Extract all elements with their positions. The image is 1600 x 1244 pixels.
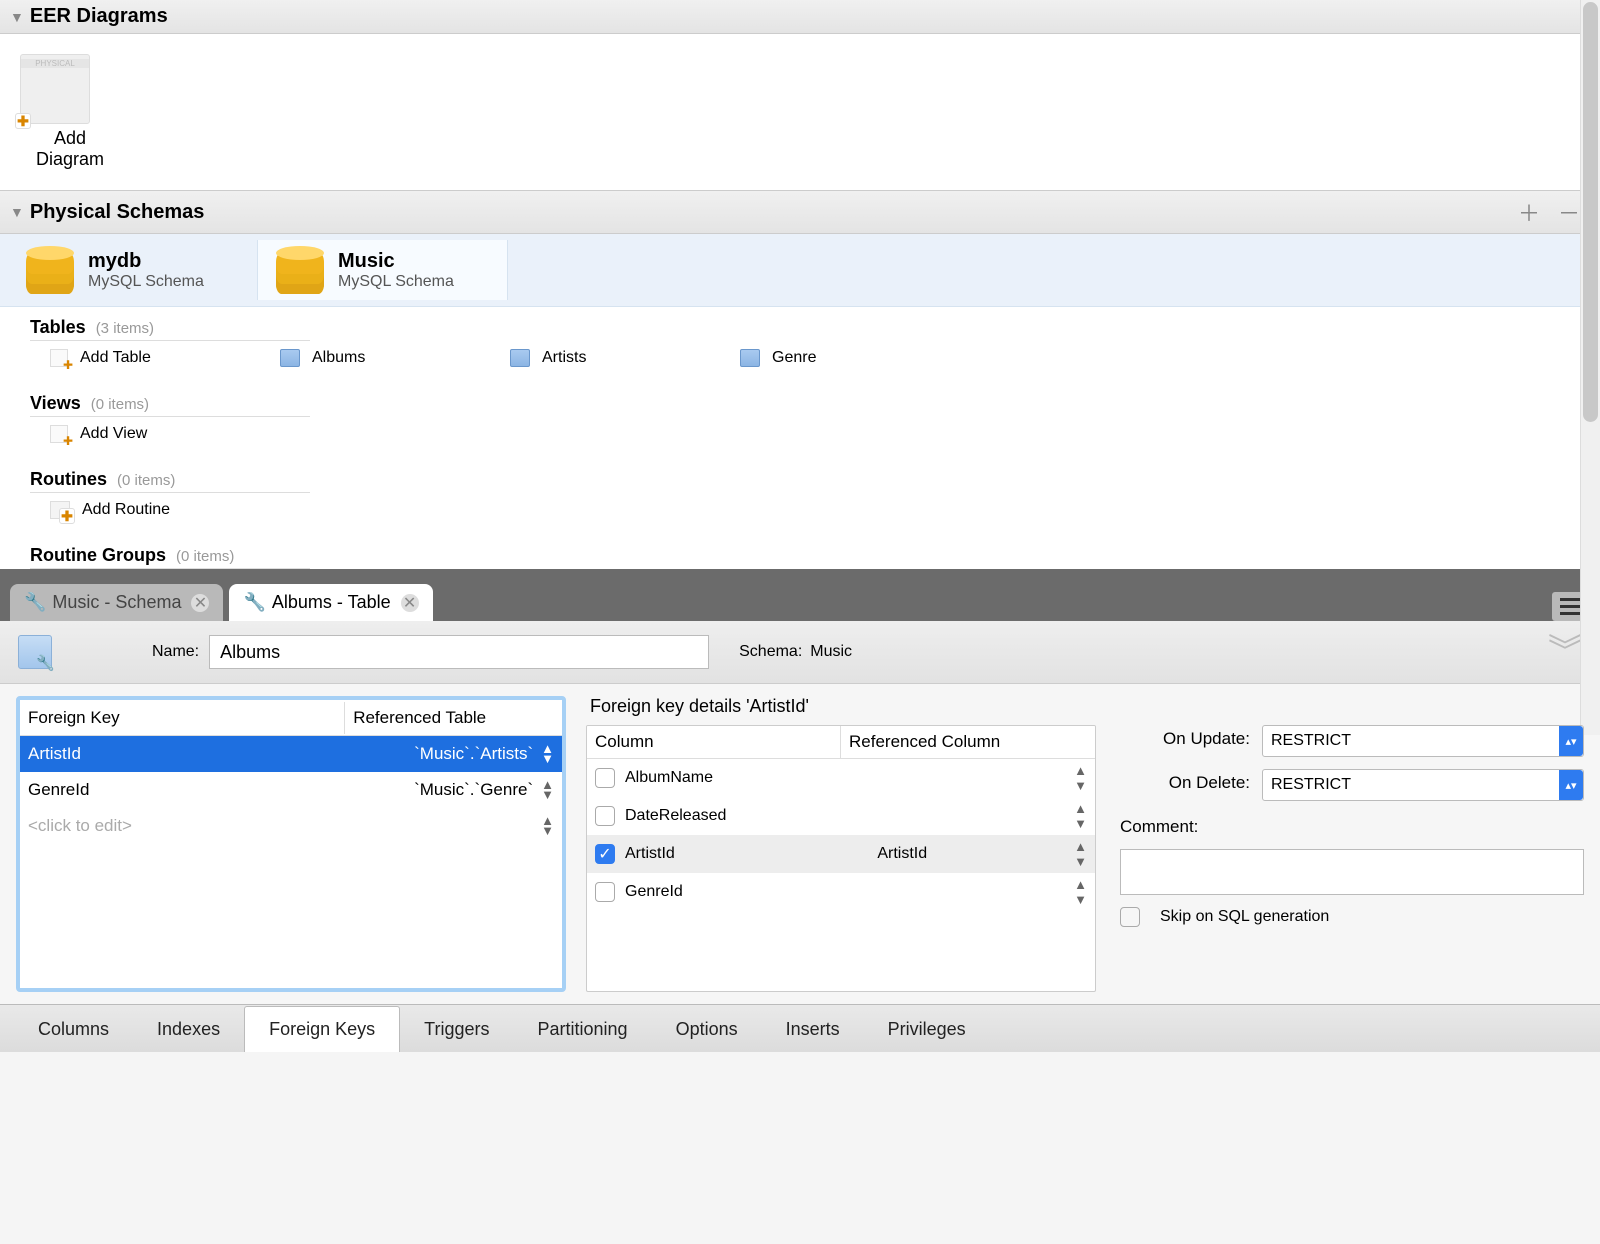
checkbox[interactable]: [595, 768, 615, 788]
views-title: Views: [30, 393, 81, 413]
name-label: Name:: [152, 643, 199, 661]
table-icon: [510, 349, 530, 367]
disclosure-triangle-icon[interactable]: ▼: [10, 9, 24, 25]
sort-icon[interactable]: ▲▼: [541, 816, 554, 837]
schemas-header[interactable]: ▼ Physical Schemas ＋ －: [0, 191, 1600, 234]
routines-title: Routines: [30, 469, 107, 489]
vertical-scrollbar[interactable]: [1580, 0, 1600, 735]
schemas-row: mydb MySQL Schema Music MySQL Schema: [0, 234, 1600, 307]
table-genre[interactable]: Genre: [740, 349, 920, 367]
fk-column-row[interactable]: ✓ArtistIdArtistId▲▼: [587, 835, 1095, 873]
table-icon: [280, 349, 300, 367]
bottom-tab-indexes[interactable]: Indexes: [133, 1007, 244, 1052]
eer-body: ✚ Add Diagram: [0, 34, 1600, 191]
sort-icon[interactable]: ▲▼: [1074, 839, 1087, 869]
add-diagram-label: Add Diagram: [20, 128, 120, 170]
sort-icon[interactable]: ▲▼: [1074, 877, 1087, 907]
sort-icon[interactable]: ▲▼: [541, 780, 554, 801]
eer-title: EER Diagrams: [30, 5, 168, 28]
bottom-tab-triggers[interactable]: Triggers: [400, 1007, 513, 1052]
skip-sql-label: Skip on SQL generation: [1160, 908, 1329, 926]
schema-music[interactable]: Music MySQL Schema: [258, 240, 508, 300]
routine-icon: ✚: [50, 501, 70, 519]
add-table-button[interactable]: Add Table: [50, 349, 230, 367]
bottom-tab-partitioning[interactable]: Partitioning: [514, 1007, 652, 1052]
remove-schema-icon[interactable]: －: [1558, 196, 1580, 228]
add-icon: [50, 425, 68, 443]
views-count: (0 items): [91, 396, 149, 413]
schema-label: Schema:: [739, 643, 802, 661]
database-icon: [276, 246, 324, 294]
skip-sql-checkbox[interactable]: [1120, 907, 1140, 927]
table-form-row: Name: Schema: Music ︾: [0, 621, 1600, 684]
table-artists[interactable]: Artists: [510, 349, 690, 367]
fk-header-ref[interactable]: Referenced Table: [345, 702, 562, 734]
table-tool-icon: [18, 635, 52, 669]
fk-details-title: Foreign key details 'ArtistId': [586, 696, 1584, 717]
eer-header[interactable]: ▼ EER Diagrams: [0, 0, 1600, 34]
close-icon[interactable]: ✕: [191, 594, 209, 612]
fk-column-row[interactable]: GenreId▲▼: [587, 873, 1095, 911]
fk-column-row[interactable]: AlbumName▲▼: [587, 759, 1095, 797]
database-icon: [26, 246, 74, 294]
editor-tabbar: 🔧 Music - Schema ✕ 🔧 Albums - Table ✕: [0, 569, 1600, 621]
sort-icon[interactable]: ▲▼: [1074, 763, 1087, 793]
on-delete-label: On Delete:: [1120, 769, 1250, 801]
schema-value: Music: [810, 643, 852, 661]
diagram-icon: ✚: [20, 54, 90, 124]
dropdown-icon: ▴▾: [1559, 770, 1583, 800]
dropdown-icon: ▴▾: [1559, 726, 1583, 756]
fk-row-artistid[interactable]: ArtistId `Music`.`Artists`▲▼: [20, 736, 562, 772]
tab-albums-table[interactable]: 🔧 Albums - Table ✕: [229, 584, 432, 621]
fk-row-new[interactable]: <click to edit> ▲▼: [20, 808, 562, 844]
comment-label: Comment:: [1120, 813, 1584, 837]
fk-column-row[interactable]: DateReleased▲▼: [587, 797, 1095, 835]
fk-columns-box: Column Referenced Column AlbumName▲▼Date…: [586, 725, 1096, 992]
tables-title: Tables: [30, 317, 86, 337]
add-diagram-button[interactable]: ✚ Add Diagram: [20, 54, 120, 170]
plus-icon: ✚: [59, 508, 75, 524]
close-icon[interactable]: ✕: [401, 594, 419, 612]
routine-groups-title: Routine Groups: [30, 545, 166, 565]
tables-count: (3 items): [96, 320, 154, 337]
add-schema-icon[interactable]: ＋: [1518, 196, 1540, 228]
add-view-button[interactable]: Add View: [50, 425, 230, 443]
on-update-label: On Update:: [1120, 725, 1250, 757]
disclosure-triangle-icon[interactable]: ▼: [10, 204, 24, 220]
fk-row-genreid[interactable]: GenreId `Music`.`Genre`▲▼: [20, 772, 562, 808]
bottom-tab-privileges[interactable]: Privileges: [864, 1007, 990, 1052]
routines-count: (0 items): [117, 472, 175, 489]
plus-icon: ✚: [15, 113, 31, 129]
collapse-chevron-icon[interactable]: ︾: [1548, 642, 1582, 662]
add-icon: [50, 349, 68, 367]
bottom-tab-inserts[interactable]: Inserts: [762, 1007, 864, 1052]
schemas-title: Physical Schemas: [30, 201, 205, 224]
routine-groups-count: (0 items): [176, 548, 234, 565]
table-icon: [740, 349, 760, 367]
bottom-tabs: ColumnsIndexesForeign KeysTriggersPartit…: [0, 1004, 1600, 1052]
wrench-icon: 🔧: [243, 592, 265, 613]
bottom-tab-options[interactable]: Options: [652, 1007, 762, 1052]
bottom-tab-foreign-keys[interactable]: Foreign Keys: [244, 1006, 400, 1052]
on-update-select[interactable]: RESTRICT▴▾: [1262, 725, 1584, 757]
fk-header-name[interactable]: Foreign Key: [20, 702, 345, 734]
bottom-tab-columns[interactable]: Columns: [14, 1007, 133, 1052]
table-name-input[interactable]: [209, 635, 709, 669]
checkbox[interactable]: [595, 806, 615, 826]
foreign-key-list: Foreign Key Referenced Table ArtistId `M…: [16, 696, 566, 992]
table-albums[interactable]: Albums: [280, 349, 460, 367]
tab-music-schema[interactable]: 🔧 Music - Schema ✕: [10, 584, 223, 621]
schema-mydb[interactable]: mydb MySQL Schema: [8, 240, 258, 300]
wrench-icon: 🔧: [24, 592, 46, 613]
col-header-column[interactable]: Column: [587, 726, 841, 758]
sort-icon[interactable]: ▲▼: [541, 744, 554, 765]
add-routine-button[interactable]: ✚Add Routine: [50, 501, 230, 519]
on-delete-select[interactable]: RESTRICT▴▾: [1262, 769, 1584, 801]
comment-input[interactable]: [1120, 849, 1584, 895]
col-header-ref[interactable]: Referenced Column: [841, 726, 1095, 758]
checkbox[interactable]: [595, 882, 615, 902]
checkbox[interactable]: ✓: [595, 844, 615, 864]
sort-icon[interactable]: ▲▼: [1074, 801, 1087, 831]
